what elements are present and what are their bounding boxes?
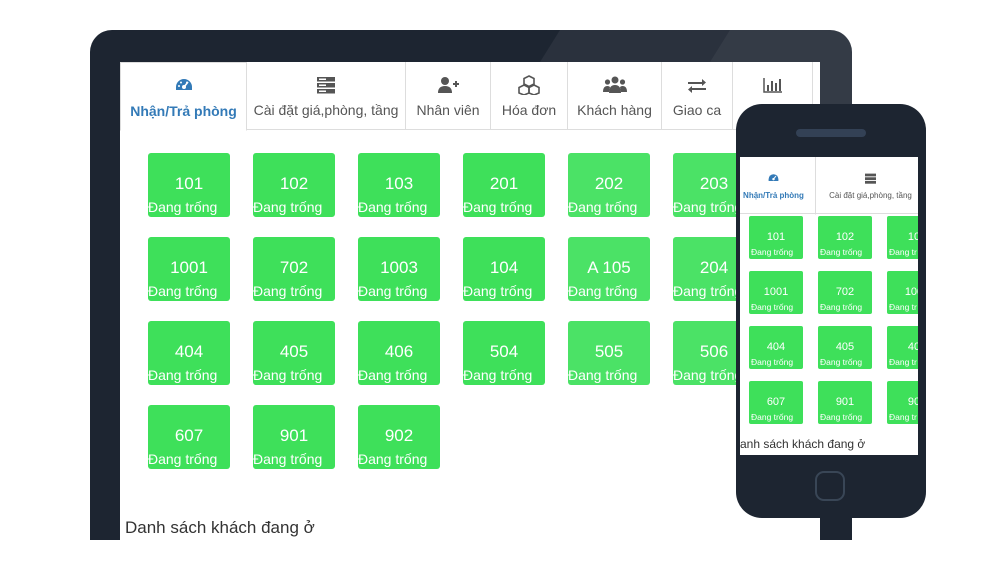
user-plus-icon: [437, 74, 459, 96]
room-tile[interactable]: 901 Đang trống: [253, 405, 335, 469]
room-tile[interactable]: 101 Đang trống: [148, 153, 230, 217]
tab-label: Cài đặt giá,phòng, tầng: [253, 102, 399, 118]
room-tile[interactable]: 607 Đang trống: [148, 405, 230, 469]
phone-screen: Nhận/Trả phòng Cài đặt giá,phòng, tầng 1…: [740, 157, 918, 455]
dashboard-icon: [174, 75, 194, 97]
room-tile[interactable]: 102 Đang trống: [818, 216, 872, 259]
tab-checkin-checkout[interactable]: Nhận/Trả phòng: [740, 157, 816, 215]
tab-staff[interactable]: Nhân viên: [406, 62, 491, 130]
room-tile[interactable]: 702 Đang trống: [818, 271, 872, 314]
exchange-icon: [687, 74, 707, 96]
room-tile[interactable]: 202 Đang trống: [568, 153, 650, 217]
room-tile[interactable]: 504 Đang trống: [463, 321, 545, 385]
server-icon: [316, 74, 336, 96]
room-tile[interactable]: 103 Đang trống: [358, 153, 440, 217]
room-tile[interactable]: 405 Đang trống: [253, 321, 335, 385]
tab-label: Nhân viên: [416, 102, 480, 118]
room-tile[interactable]: A 105 Đang trống: [568, 237, 650, 301]
tab-label: Giao ca: [672, 102, 722, 118]
tab-label: Khách hàng: [577, 102, 652, 118]
room-tile[interactable]: 1003 Đang trống: [358, 237, 440, 301]
home-button[interactable]: [815, 471, 845, 501]
room-tile[interactable]: 90 Đang tr: [887, 381, 918, 424]
tab-bar: Nhận/Trả phòng Cài đặt giá,phòng, tầng N…: [120, 62, 820, 131]
tab-shift-handover[interactable]: Giao ca: [662, 62, 733, 130]
users-icon: [602, 74, 627, 96]
tab-label: Nhận/Trả phòng: [743, 191, 804, 200]
tab-customers[interactable]: Khách hàng: [568, 62, 662, 130]
room-tile[interactable]: 104 Đang trống: [463, 237, 545, 301]
room-tile[interactable]: 100Đang tr: [887, 271, 918, 314]
room-tile[interactable]: 607 Đang trống: [749, 381, 803, 424]
room-tile[interactable]: 1001 Đang trống: [749, 271, 803, 314]
room-tile[interactable]: 702 Đang trống: [253, 237, 335, 301]
tab-invoice[interactable]: Hóa đơn: [491, 62, 568, 130]
tab-settings-price-room-floor[interactable]: Cài đặt giá,phòng, tầng: [816, 157, 918, 214]
tab-label: Cài đặt giá,phòng, tầng: [829, 191, 912, 200]
room-tile[interactable]: 40 Đang tr: [887, 326, 918, 369]
stage: Nhận/Trả phòng Cài đặt giá,phòng, tầng N…: [0, 0, 1000, 581]
room-tile[interactable]: 902 Đang trống: [358, 405, 440, 469]
room-tile[interactable]: 406 Đang trống: [358, 321, 440, 385]
room-tile[interactable]: 10 Đang tr: [887, 216, 918, 259]
dashboard-icon: [767, 171, 780, 185]
room-tile[interactable]: 404 Đang trống: [749, 326, 803, 369]
current-guests-heading: anh sách khách đang ở: [740, 437, 866, 451]
phone-speaker: [796, 129, 866, 137]
tab-label: Hóa đơn: [501, 102, 557, 118]
room-tile[interactable]: 505 Đang trống: [568, 321, 650, 385]
current-guests-heading: Danh sách khách đang ở: [125, 518, 315, 537]
room-tile[interactable]: 201 Đang trống: [463, 153, 545, 217]
tab-label: Nhận/Trả phòng: [130, 102, 237, 119]
room-tile[interactable]: 901 Đang trống: [818, 381, 872, 424]
room-tile[interactable]: 1001 Đang trống: [148, 237, 230, 301]
tab-settings-price-room-floor[interactable]: Cài đặt giá,phòng, tầng: [247, 62, 406, 130]
tablet-screen: Nhận/Trả phòng Cài đặt giá,phòng, tầng N…: [120, 62, 820, 540]
room-tile[interactable]: 404 Đang trống: [148, 321, 230, 385]
server-icon: [864, 171, 877, 185]
tab-checkin-checkout[interactable]: Nhận/Trả phòng: [120, 62, 247, 131]
phone-device: Nhận/Trả phòng Cài đặt giá,phòng, tầng 1…: [736, 104, 926, 518]
bar-chart-icon: [762, 74, 783, 96]
phone-tab-bar: Nhận/Trả phòng Cài đặt giá,phòng, tầng: [740, 157, 918, 215]
room-tile[interactable]: 102 Đang trống: [253, 153, 335, 217]
room-tile[interactable]: 101 Đang trống: [749, 216, 803, 259]
cubes-icon: [518, 74, 540, 96]
room-tile[interactable]: 405 Đang trống: [818, 326, 872, 369]
